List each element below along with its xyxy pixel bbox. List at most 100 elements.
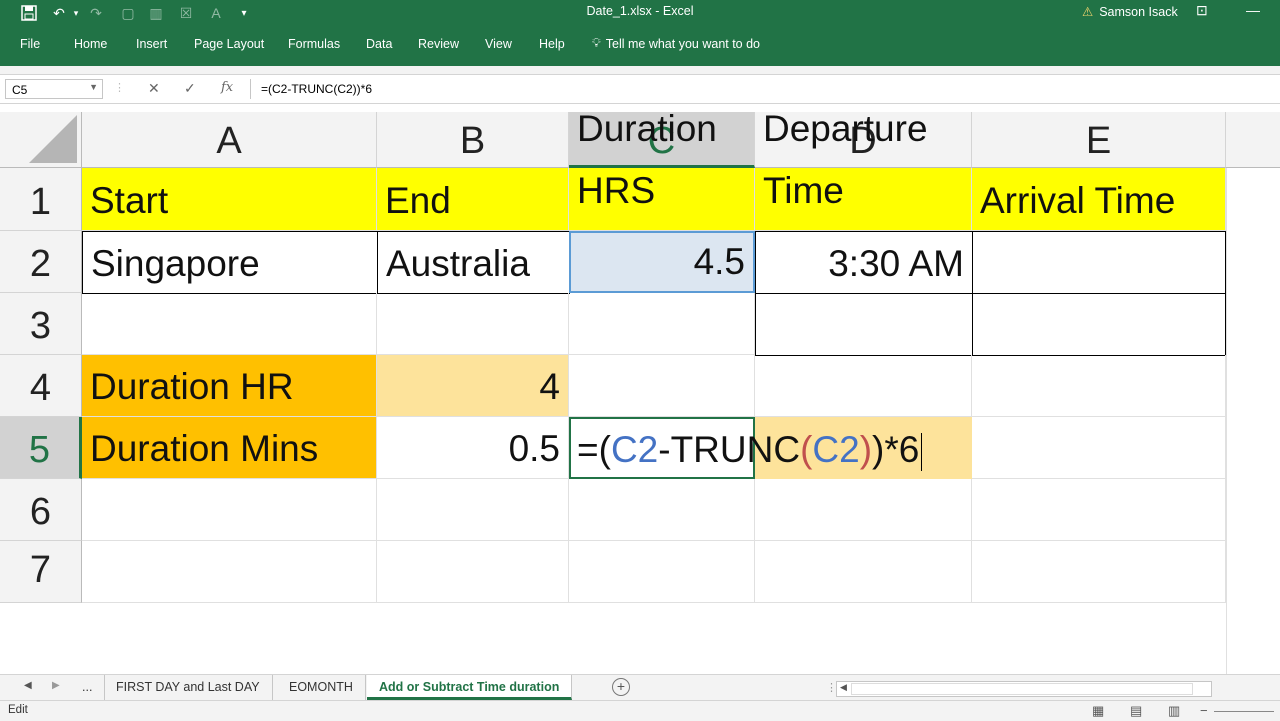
name-box[interactable]: C5 ▼: [5, 79, 103, 99]
cell-b5[interactable]: 0.5: [377, 417, 569, 479]
cell-c5-editor[interactable]: =(C2 -TRUNC(C2))*6: [569, 417, 939, 479]
zoom-slider[interactable]: [1214, 711, 1274, 712]
select-all-button[interactable]: [0, 112, 82, 168]
name-box-dropdown-icon[interactable]: ▼: [89, 82, 98, 92]
formula-part-3: )*6: [872, 429, 920, 470]
sheet-tab-eomonth[interactable]: EOMONTH: [277, 675, 366, 700]
formula-part-2: -TRUNC: [658, 429, 801, 470]
warning-icon: ⚠: [1082, 5, 1094, 19]
cell-c2[interactable]: 4.5: [569, 231, 755, 293]
page-break-view-icon[interactable]: ▥: [1168, 703, 1180, 719]
cell-b1[interactable]: End: [377, 168, 569, 231]
enter-check-icon[interactable]: ✓: [184, 80, 196, 97]
column-header-f[interactable]: [1226, 112, 1280, 168]
cell-e4[interactable]: [972, 355, 1226, 417]
tab-file[interactable]: File: [20, 37, 40, 51]
column-header-e[interactable]: E: [972, 112, 1226, 168]
sheet-tab-bar: ◀ ▶ ... FIRST DAY and Last DAY EOMONTH A…: [0, 674, 1280, 701]
ribbon-collapsed-area: [0, 66, 1280, 75]
cell-c1[interactable]: Duration HRS: [569, 112, 755, 231]
cancel-icon[interactable]: ✕: [148, 80, 160, 97]
tab-home[interactable]: Home: [74, 37, 107, 51]
more-sheets-button[interactable]: ...: [70, 675, 106, 700]
cell-c4[interactable]: [569, 355, 755, 417]
cell-d4[interactable]: [755, 355, 972, 417]
row-header-6[interactable]: 6: [0, 479, 82, 541]
row-header-4[interactable]: 4: [0, 355, 82, 417]
worksheet-grid: A B C D E 1 2 3 4 5 6 7 Start End Durati…: [0, 112, 1280, 674]
cell-c7[interactable]: [569, 541, 755, 603]
status-bar: Edit ▦ ▤ ▥ −: [0, 700, 1280, 721]
tab-help[interactable]: Help: [539, 37, 565, 51]
cell-e3[interactable]: [972, 293, 1226, 356]
page-layout-view-icon[interactable]: ▤: [1130, 703, 1142, 719]
formula-part-1: =(: [577, 429, 611, 470]
user-name: Samson Isack: [1099, 4, 1178, 19]
scroll-left-icon[interactable]: ◀: [840, 682, 847, 693]
tab-review[interactable]: Review: [418, 37, 459, 51]
row-header-5[interactable]: 5: [0, 417, 82, 479]
tab-data[interactable]: Data: [366, 37, 392, 51]
ribbon-tabs: File Home Insert Page Layout Formulas Da…: [0, 26, 1280, 66]
tell-me-search[interactable]: 💡︎ Tell me what you want to do: [592, 36, 760, 51]
column-header-a[interactable]: A: [82, 112, 377, 168]
tab-insert[interactable]: Insert: [136, 37, 167, 51]
tab-view[interactable]: View: [485, 37, 512, 51]
formula-paren-open: (: [800, 429, 813, 470]
cell-a6[interactable]: [82, 479, 377, 541]
normal-view-icon[interactable]: ▦: [1092, 703, 1104, 719]
tell-me-label: Tell me what you want to do: [605, 36, 761, 51]
zoom-out-icon[interactable]: −: [1200, 703, 1208, 718]
scroll-tabs-left-icon[interactable]: ◀: [24, 680, 32, 691]
cell-e6[interactable]: [972, 479, 1226, 541]
scrollbar-thumb[interactable]: [851, 683, 1193, 695]
cell-d3[interactable]: [755, 293, 973, 356]
row-header-3[interactable]: 3: [0, 293, 82, 355]
cell-d1[interactable]: Departure Time: [755, 112, 972, 231]
cell-a5[interactable]: Duration Mins: [82, 417, 377, 479]
insert-function-icon[interactable]: fx: [221, 80, 233, 95]
row-header-7[interactable]: 7: [0, 541, 82, 603]
cell-d1-line2: Time: [763, 170, 844, 211]
cell-c1-line2: HRS: [577, 170, 656, 211]
cell-c3[interactable]: [569, 293, 755, 355]
cell-b7[interactable]: [377, 541, 569, 603]
cell-e7[interactable]: [972, 541, 1226, 603]
cell-e5[interactable]: [972, 417, 1226, 479]
cell-a2[interactable]: Singapore: [82, 231, 378, 294]
cell-a4[interactable]: Duration HR: [82, 355, 377, 417]
sheet-tab-add-subtract-time[interactable]: Add or Subtract Time duration: [367, 675, 573, 700]
cell-b2[interactable]: Australia: [377, 231, 570, 294]
sheet-tab-first-day[interactable]: FIRST DAY and Last DAY: [104, 675, 273, 700]
formula-paren-close: ): [859, 429, 873, 470]
cell-b3[interactable]: [377, 293, 569, 355]
ribbon-display-icon[interactable]: ⊡: [1196, 2, 1208, 19]
cell-a7[interactable]: [82, 541, 377, 603]
minimize-icon[interactable]: —: [1246, 2, 1260, 18]
cell-d6[interactable]: [755, 479, 972, 541]
cell-a3[interactable]: [82, 293, 377, 355]
horizontal-scrollbar[interactable]: ◀: [836, 681, 1212, 697]
column-header-b[interactable]: B: [377, 112, 569, 168]
scroll-tabs-right-icon[interactable]: ▶: [52, 680, 60, 691]
formula-bar: C5 ▼ ⋮ ✕ ✓ fx =(C2-TRUNC(C2))*6: [0, 75, 1280, 104]
cell-e2[interactable]: [972, 231, 1226, 294]
cell-c1-line1: Duration: [577, 112, 717, 149]
cell-b6[interactable]: [377, 479, 569, 541]
column-f-area: [1226, 168, 1280, 674]
tab-formulas[interactable]: Formulas: [288, 37, 340, 51]
row-header-2[interactable]: 2: [0, 231, 82, 293]
tab-page-layout[interactable]: Page Layout: [194, 37, 264, 51]
user-account[interactable]: ⚠ Samson Isack: [1082, 4, 1178, 20]
cell-b4[interactable]: 4: [377, 355, 569, 417]
cell-d2[interactable]: 3:30 AM: [755, 231, 973, 294]
cell-a1[interactable]: Start: [82, 168, 377, 231]
add-sheet-icon[interactable]: +: [612, 678, 630, 696]
lightbulb-icon: 💡︎: [592, 36, 601, 50]
cell-e1[interactable]: Arrival Time: [972, 168, 1226, 231]
formula-input[interactable]: =(C2-TRUNC(C2))*6: [250, 79, 1280, 99]
cell-c6[interactable]: [569, 479, 755, 541]
row-header-1[interactable]: 1: [0, 168, 82, 231]
cell-d1-line1: Departure: [763, 112, 928, 149]
cell-d7[interactable]: [755, 541, 972, 603]
